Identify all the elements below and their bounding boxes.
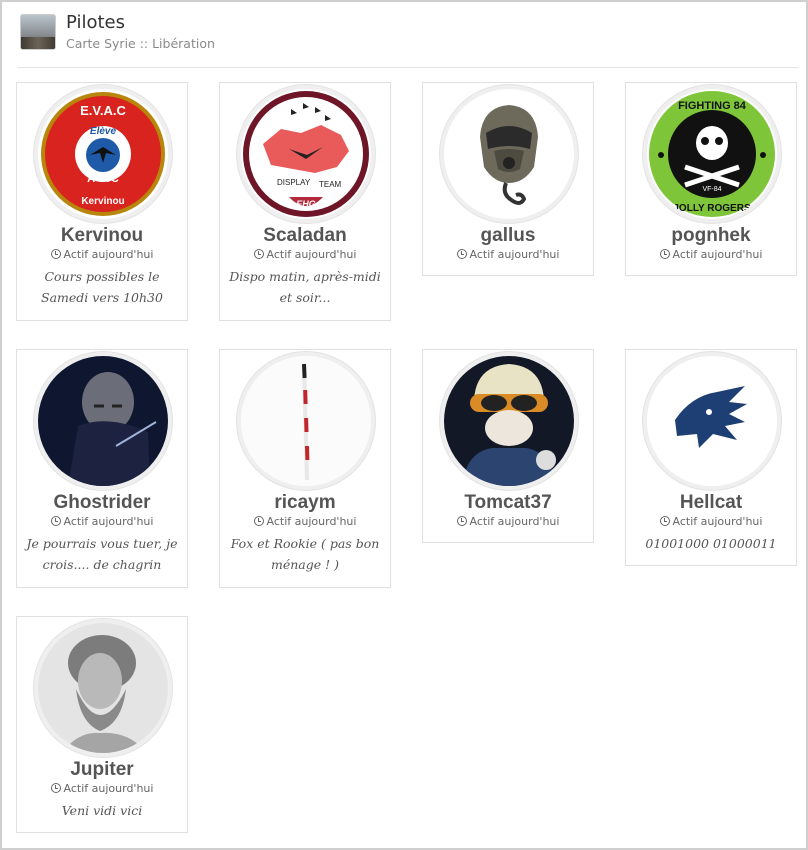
- avatar-text-evac: E.V.A.C: [80, 103, 126, 118]
- clock-icon: [659, 516, 670, 526]
- clock-icon: [50, 516, 61, 526]
- clock-icon: [456, 249, 467, 259]
- member-card-ricaym[interactable]: ricaym Actif aujourd'hui Fox et Rookie (…: [219, 349, 391, 588]
- tomcat-pilot-avatar-icon[interactable]: [440, 352, 578, 490]
- member-name[interactable]: gallus: [423, 225, 593, 247]
- member-name[interactable]: pognhek: [626, 225, 796, 247]
- member-status: Actif aujourd'hui: [17, 515, 187, 528]
- member-status: Actif aujourd'hui: [626, 515, 796, 528]
- avatar-text-a10c: A-10C: [87, 173, 119, 185]
- clock-icon: [659, 249, 670, 259]
- jupiter-bust-avatar-icon[interactable]: [34, 619, 172, 757]
- member-name[interactable]: Jupiter: [17, 759, 187, 781]
- member-status: Actif aujourd'hui: [423, 515, 593, 528]
- member-name[interactable]: Tomcat37: [423, 492, 593, 514]
- member-card-kervinou[interactable]: E.V.A.C Elève A-10C Kervinou Kervinou Ac…: [16, 82, 188, 321]
- status-text: Actif aujourd'hui: [63, 515, 154, 528]
- status-text: Actif aujourd'hui: [266, 515, 357, 528]
- member-motto: Dispo matin, après-midi et soir...: [229, 269, 381, 305]
- avatar-text-jolly: JOLLY ROGERS: [673, 203, 751, 214]
- member-motto: Cours possibles le Samedi vers 10h30: [41, 269, 163, 305]
- avatar-text-fighting: FIGHTING 84: [678, 100, 747, 112]
- dark-portrait-avatar-icon[interactable]: [34, 352, 172, 490]
- avatar-text-display: DISPLAY: [277, 178, 311, 187]
- member-name[interactable]: Ghostrider: [17, 492, 187, 514]
- member-motto: Veni vidi vici: [61, 803, 143, 818]
- member-status: Actif aujourd'hui: [220, 515, 390, 528]
- member-status: Actif aujourd'hui: [423, 248, 593, 261]
- member-card-hellcat[interactable]: Hellcat Actif aujourd'hui 01001000 01000…: [625, 349, 797, 566]
- white-cane-avatar-icon[interactable]: [237, 352, 375, 490]
- header-divider: [18, 67, 798, 68]
- members-panel: Pilotes Carte Syrie :: Libération E.V.A.…: [0, 0, 808, 850]
- avatar-text-team: TEAM: [319, 180, 342, 189]
- member-name[interactable]: Kervinou: [17, 225, 187, 247]
- status-text: Actif aujourd'hui: [63, 248, 154, 261]
- member-motto: 01001000 01000011: [645, 536, 777, 551]
- status-text: Actif aujourd'hui: [672, 515, 763, 528]
- member-card-pognhek[interactable]: FIGHTING 84 JOLLY ROGERS VF-84 pognhek A…: [625, 82, 797, 276]
- member-name[interactable]: Hellcat: [626, 492, 796, 514]
- avatar-text-eleve: Elève: [90, 126, 117, 137]
- clock-icon: [456, 516, 467, 526]
- avatar-text-vf84: VF-84: [702, 186, 721, 193]
- member-status: Actif aujourd'hui: [626, 248, 796, 261]
- status-text: Actif aujourd'hui: [672, 248, 763, 261]
- member-status: Actif aujourd'hui: [17, 782, 187, 795]
- jolly-rogers-patch-icon[interactable]: FIGHTING 84 JOLLY ROGERS VF-84: [643, 85, 781, 223]
- member-status: Actif aujourd'hui: [220, 248, 390, 261]
- member-motto: Je pourrais vous tuer, je crois.... de c…: [26, 536, 178, 572]
- member-card-jupiter[interactable]: Jupiter Actif aujourd'hui Veni vidi vici: [16, 616, 188, 833]
- status-text: Actif aujourd'hui: [469, 248, 560, 261]
- status-text: Actif aujourd'hui: [469, 515, 560, 528]
- status-text: Actif aujourd'hui: [266, 248, 357, 261]
- landscape-thumbnail-icon[interactable]: [20, 14, 56, 50]
- evac-a10c-badge-icon[interactable]: E.V.A.C Elève A-10C Kervinou: [34, 85, 172, 223]
- member-card-tomcat37[interactable]: Tomcat37 Actif aujourd'hui: [422, 349, 594, 543]
- page-subtitle[interactable]: Carte Syrie :: Libération: [66, 36, 215, 51]
- pilot-helmet-avatar-icon[interactable]: [440, 85, 578, 223]
- avatar-text-name: Kervinou: [81, 196, 124, 207]
- status-text: Actif aujourd'hui: [63, 782, 154, 795]
- clock-icon: [50, 783, 61, 793]
- member-card-ghostrider[interactable]: Ghostrider Actif aujourd'hui Je pourrais…: [16, 349, 188, 588]
- display-team-patch-icon[interactable]: DISPLAY TEAM EHG: [237, 85, 375, 223]
- page-title: Pilotes: [66, 12, 125, 33]
- member-status: Actif aujourd'hui: [17, 248, 187, 261]
- member-card-gallus[interactable]: gallus Actif aujourd'hui: [422, 82, 594, 276]
- member-name[interactable]: ricaym: [220, 492, 390, 514]
- member-name[interactable]: Scaladan: [220, 225, 390, 247]
- clock-icon: [50, 249, 61, 259]
- member-card-scaladan[interactable]: DISPLAY TEAM EHG Scaladan Actif aujourd'…: [219, 82, 391, 321]
- blue-wolf-avatar-icon[interactable]: [643, 352, 781, 490]
- avatar-text-ehg: EHG: [296, 199, 316, 209]
- clock-icon: [253, 249, 264, 259]
- member-motto: Fox et Rookie ( pas bon ménage ! ): [230, 536, 380, 572]
- clock-icon: [253, 516, 264, 526]
